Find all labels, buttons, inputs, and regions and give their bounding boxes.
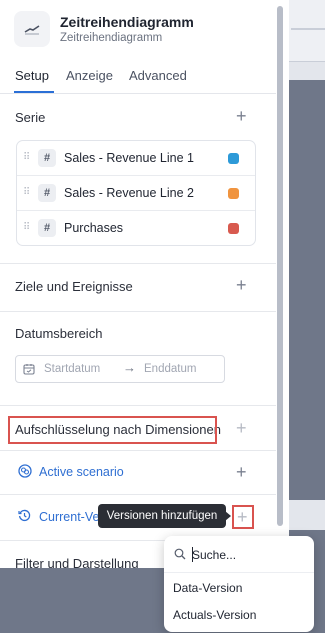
- dimensions-highlight-box: [8, 416, 217, 444]
- number-type-icon: #: [38, 149, 56, 167]
- drag-handle-icon[interactable]: ⠿: [23, 222, 30, 233]
- tab-bar: Setup Anzeige Advanced: [0, 62, 276, 94]
- series-item[interactable]: ⠿ # Sales - Revenue Line 1: [17, 141, 255, 176]
- panel-subtitle: Zeitreihendiagramm: [60, 31, 163, 44]
- date-range-label: Datumsbereich: [15, 326, 103, 341]
- section-divider: [0, 494, 276, 495]
- panel-header: Zeitreihendiagramm Zeitreihendiagramm: [14, 8, 194, 50]
- section-divider: [0, 450, 276, 451]
- version-search[interactable]: [172, 544, 306, 566]
- background-canvas: [285, 80, 325, 500]
- add-versions-tooltip: Versionen hinzufügen: [98, 504, 226, 528]
- version-dropdown: Data-Version Actuals-Version: [164, 536, 314, 632]
- add-version-highlight-box: [232, 505, 254, 529]
- filter-section-label: Filter und Darstellung: [15, 556, 139, 568]
- dropdown-item-actuals-version[interactable]: Actuals-Version: [173, 608, 256, 622]
- background-toolbar: [283, 0, 325, 62]
- drag-handle-icon[interactable]: ⠿: [23, 152, 30, 163]
- version-search-input[interactable]: [192, 546, 302, 564]
- number-type-icon: #: [38, 184, 56, 202]
- timeseries-chart-icon: [14, 11, 50, 47]
- text-cursor: [192, 547, 193, 562]
- number-type-icon: #: [38, 219, 56, 237]
- calendar-icon: [23, 364, 35, 375]
- panel-title: Zeitreihendiagramm: [60, 13, 194, 30]
- date-range-picker[interactable]: Startdatum → Enddatum: [15, 355, 225, 383]
- tab-setup[interactable]: Setup: [15, 68, 49, 83]
- drag-handle-icon[interactable]: ⠿: [23, 187, 30, 198]
- add-goal-plus-icon[interactable]: +: [236, 276, 247, 294]
- active-scenario-link[interactable]: Active scenario: [39, 465, 124, 479]
- series-item[interactable]: ⠿ # Sales - Revenue Line 2: [17, 176, 255, 211]
- add-dimension-plus-icon[interactable]: +: [236, 419, 247, 437]
- series-color-swatch[interactable]: [228, 153, 239, 164]
- active-tab-indicator: [14, 91, 54, 93]
- section-divider: [0, 405, 276, 406]
- series-section-label: Serie: [15, 110, 46, 125]
- series-item-name: Sales - Revenue Line 2: [64, 186, 194, 200]
- series-color-swatch[interactable]: [228, 223, 239, 234]
- series-list: ⠿ # Sales - Revenue Line 1 ⠿ # Sales - R…: [16, 140, 256, 246]
- section-divider: [0, 263, 276, 264]
- section-divider: [0, 311, 276, 312]
- end-date-field[interactable]: Enddatum: [144, 363, 196, 375]
- add-series-plus-icon[interactable]: +: [236, 107, 247, 125]
- panel-scrollbar[interactable]: [277, 6, 283, 526]
- series-item[interactable]: ⠿ # Purchases: [17, 211, 255, 246]
- dropdown-divider: [164, 572, 314, 573]
- series-item-name: Purchases: [64, 221, 124, 235]
- tab-anzeige[interactable]: Anzeige: [66, 68, 113, 83]
- scenario-icon: [18, 464, 32, 478]
- series-color-swatch[interactable]: [228, 188, 239, 199]
- start-date-field[interactable]: Startdatum: [44, 363, 100, 375]
- dropdown-item-data-version[interactable]: Data-Version: [173, 581, 242, 595]
- goals-section-label: Ziele und Ereignisse: [15, 279, 133, 294]
- search-icon: [174, 548, 186, 560]
- tooltip-arrow: [225, 511, 231, 521]
- arrow-right-icon: →: [123, 360, 136, 375]
- tab-advanced[interactable]: Advanced: [129, 68, 187, 83]
- current-version-link[interactable]: Current-Ve: [39, 510, 99, 524]
- version-history-icon: [18, 509, 31, 522]
- add-scenario-plus-icon[interactable]: +: [236, 463, 247, 481]
- chart-settings-panel: Zeitreihendiagramm Zeitreihendiagramm Se…: [0, 0, 289, 568]
- series-item-name: Sales - Revenue Line 1: [64, 151, 194, 165]
